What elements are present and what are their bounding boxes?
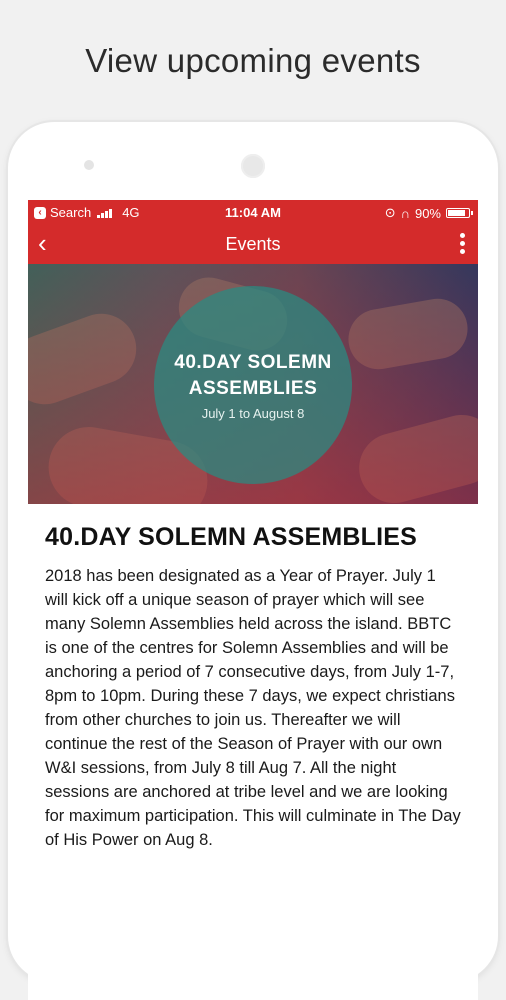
banner-title-line2: ASSEMBLIES xyxy=(188,378,318,399)
headphones-icon: ∩ xyxy=(400,205,410,221)
app-screen: ‹ Search 4G 11:04 AM ⊙ ∩ 90% ‹ Events 40… xyxy=(28,200,478,1000)
banner-date: July 1 to August 8 xyxy=(201,406,305,421)
battery-percent: 90% xyxy=(414,205,441,221)
rotation-lock-icon: ⊙ xyxy=(384,205,396,220)
app-bar: ‹ Events xyxy=(28,224,478,264)
phone-camera xyxy=(241,154,265,178)
event-details: 40.DAY SOLEMN ASSEMBLIES 2018 has been d… xyxy=(28,504,478,852)
phone-sensor-dot xyxy=(84,160,94,170)
status-bar: ‹ Search 4G 11:04 AM ⊙ ∩ 90% xyxy=(28,200,478,224)
event-description: 2018 has been designated as a Year of Pr… xyxy=(45,567,461,849)
more-vertical-icon[interactable] xyxy=(460,233,466,254)
promo-headline: View upcoming events xyxy=(85,42,421,79)
event-title: 40.DAY SOLEMN ASSEMBLIES xyxy=(45,523,418,551)
battery-icon xyxy=(446,208,473,218)
event-banner-image: 40.DAY SOLEMN ASSEMBLIES July 1 to Augus… xyxy=(28,264,478,504)
banner-title: 40.DAY SOLEMN ASSEMBLIES xyxy=(28,350,478,402)
banner-title-line1: 40.DAY SOLEMN xyxy=(174,352,332,373)
page-title: Events xyxy=(225,234,281,254)
phone-frame: ‹ Search 4G 11:04 AM ⊙ ∩ 90% ‹ Events 40… xyxy=(8,122,498,1000)
